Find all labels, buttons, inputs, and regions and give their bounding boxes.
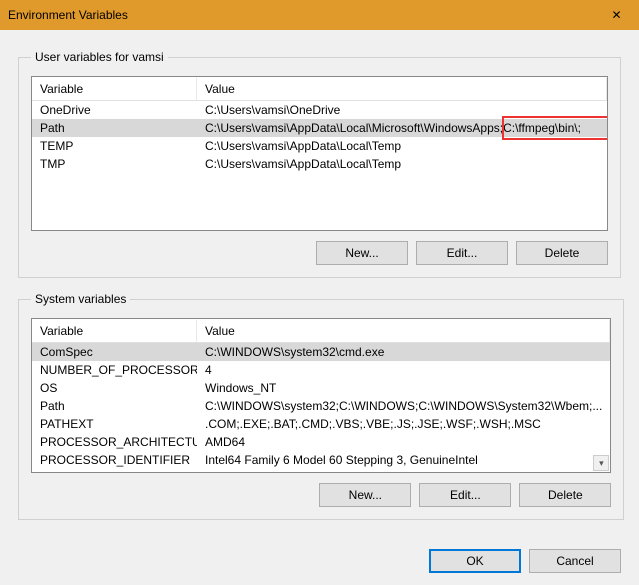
table-row[interactable]: OneDrive C:\Users\vamsi\OneDrive	[32, 101, 607, 119]
user-variables-group: User variables for vamsi Variable Value …	[18, 50, 621, 278]
cell-value: C:\Users\vamsi\AppData\Local\Temp	[197, 138, 607, 154]
cancel-button[interactable]: Cancel	[529, 549, 621, 573]
edit-button[interactable]: Edit...	[419, 483, 511, 507]
cell-value: C:\Users\vamsi\AppData\Local\Temp	[197, 156, 607, 172]
dialog-footer: OK Cancel	[18, 543, 621, 573]
close-button[interactable]: ✕	[594, 0, 639, 30]
delete-button[interactable]: Delete	[516, 241, 608, 265]
system-variables-legend: System variables	[31, 292, 130, 306]
user-table-header: Variable Value	[32, 77, 607, 101]
user-variables-table[interactable]: Variable Value OneDrive C:\Users\vamsi\O…	[31, 76, 608, 231]
system-buttons: New... Edit... Delete	[31, 483, 611, 507]
table-row[interactable]: PATHEXT .COM;.EXE;.BAT;.CMD;.VBS;.VBE;.J…	[32, 415, 610, 433]
col-value[interactable]: Value	[197, 320, 610, 342]
new-button[interactable]: New...	[316, 241, 408, 265]
user-variables-legend: User variables for vamsi	[31, 50, 168, 64]
cell-variable: PROCESSOR_ARCHITECTURE	[32, 434, 197, 450]
cell-variable: Path	[32, 120, 197, 136]
col-variable[interactable]: Variable	[32, 78, 197, 100]
table-row[interactable]: PROCESSOR_ARCHITECTURE AMD64	[32, 433, 610, 451]
cell-value: 4	[197, 362, 610, 378]
system-table-header: Variable Value	[32, 319, 610, 343]
cell-variable: Path	[32, 398, 197, 414]
system-variables-table[interactable]: Variable Value ▴ ComSpec C:\WINDOWS\syst…	[31, 318, 611, 473]
table-row[interactable]: NUMBER_OF_PROCESSORS 4	[32, 361, 610, 379]
col-value[interactable]: Value	[197, 78, 607, 100]
scroll-down-icon[interactable]: ▾	[593, 455, 609, 471]
user-table-body: OneDrive C:\Users\vamsi\OneDrive Path C:…	[32, 101, 607, 230]
close-icon: ✕	[611, 8, 621, 22]
new-button[interactable]: New...	[319, 483, 411, 507]
table-row[interactable]: ComSpec C:\WINDOWS\system32\cmd.exe	[32, 343, 610, 361]
cell-variable: ComSpec	[32, 344, 197, 360]
table-row[interactable]: TMP C:\Users\vamsi\AppData\Local\Temp	[32, 155, 607, 173]
col-variable[interactable]: Variable	[32, 320, 197, 342]
cell-variable: PATHEXT	[32, 416, 197, 432]
cell-value: C:\Users\vamsi\AppData\Local\Microsoft\W…	[197, 120, 607, 136]
cell-value: AMD64	[197, 434, 610, 450]
delete-button[interactable]: Delete	[519, 483, 611, 507]
cell-variable: OneDrive	[32, 102, 197, 118]
table-row[interactable]: TEMP C:\Users\vamsi\AppData\Local\Temp	[32, 137, 607, 155]
system-variables-group: System variables Variable Value ▴ ComSpe…	[18, 292, 624, 520]
system-table-body: ComSpec C:\WINDOWS\system32\cmd.exe NUMB…	[32, 343, 610, 472]
cell-value: C:\WINDOWS\system32;C:\WINDOWS;C:\WINDOW…	[197, 398, 610, 414]
title-bar: Environment Variables ✕	[0, 0, 639, 30]
cell-value: .COM;.EXE;.BAT;.CMD;.VBS;.VBE;.JS;.JSE;.…	[197, 416, 610, 432]
cell-variable: PROCESSOR_IDENTIFIER	[32, 452, 197, 468]
window-title: Environment Variables	[8, 8, 128, 22]
user-buttons: New... Edit... Delete	[31, 241, 608, 265]
cell-variable: OS	[32, 380, 197, 396]
cell-variable: TEMP	[32, 138, 197, 154]
table-row[interactable]: Path C:\WINDOWS\system32;C:\WINDOWS;C:\W…	[32, 397, 610, 415]
cell-value: Windows_NT	[197, 380, 610, 396]
cell-variable: NUMBER_OF_PROCESSORS	[32, 362, 197, 378]
client-area: User variables for vamsi Variable Value …	[0, 30, 639, 585]
edit-button[interactable]: Edit...	[416, 241, 508, 265]
ok-button[interactable]: OK	[429, 549, 521, 573]
cell-variable: TMP	[32, 156, 197, 172]
cell-value: Intel64 Family 6 Model 60 Stepping 3, Ge…	[197, 452, 610, 468]
table-row[interactable]: Path C:\Users\vamsi\AppData\Local\Micros…	[32, 119, 607, 137]
cell-value: C:\WINDOWS\system32\cmd.exe	[197, 344, 610, 360]
table-row[interactable]: PROCESSOR_IDENTIFIER Intel64 Family 6 Mo…	[32, 451, 610, 469]
table-row[interactable]: OS Windows_NT	[32, 379, 610, 397]
cell-value: C:\Users\vamsi\OneDrive	[197, 102, 607, 118]
